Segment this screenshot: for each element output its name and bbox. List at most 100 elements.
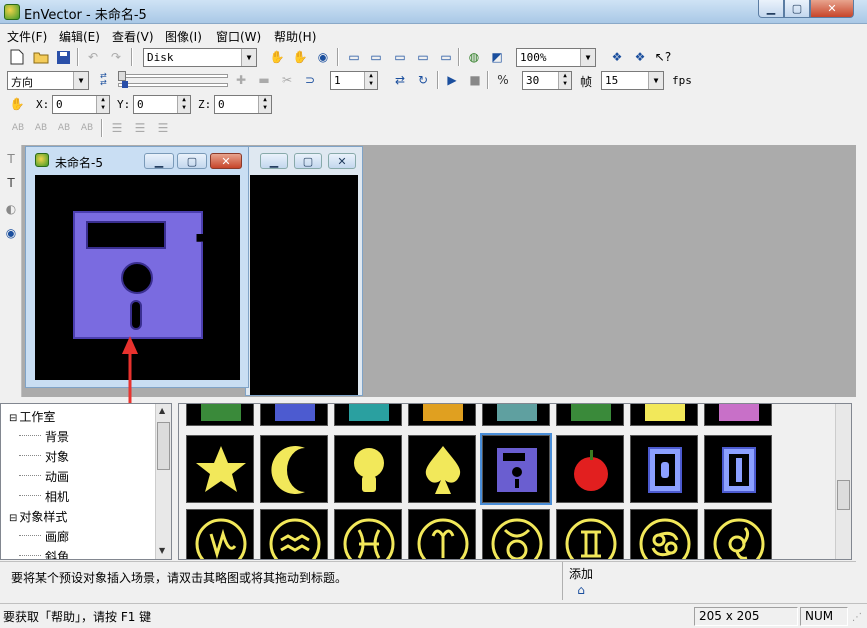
gallery-item-crescent-moon[interactable] [260,435,328,503]
globe-button[interactable]: ◍ [464,47,484,67]
tree-item[interactable]: ⊟ 工作室 [9,408,55,425]
export-button[interactable]: ❖ [630,47,650,67]
collapse-icon[interactable]: ⊟ [9,413,17,424]
maximize-button[interactable]: ▢ [784,0,810,18]
tree-item[interactable]: 画廊 [19,528,69,545]
swap-button[interactable]: ⇄ [390,70,410,90]
gallery-item-aquarius[interactable] [260,509,328,559]
tree-item[interactable]: 对象 [19,448,69,465]
gallery-scroll-thumb[interactable] [837,480,850,510]
gallery-item-pisces[interactable] [334,509,402,559]
text-lower-button[interactable]: AB [77,118,97,138]
timeline-slider-thumb[interactable] [118,71,126,81]
tree-item[interactable]: 斜角 [19,548,69,559]
align-right-button[interactable]: ☰ [153,118,173,138]
range-slider-thumb[interactable] [122,81,128,88]
timeline-slider[interactable] [118,74,228,78]
gallery-item[interactable] [556,404,624,426]
child-maximize-button[interactable]: ▢ [177,153,207,169]
gallery-item[interactable] [408,404,476,426]
chart-button[interactable]: ◩ [487,47,507,67]
fps-field[interactable]: 30 ▲ ▼ [522,71,572,90]
gallery-item-wrench-sign[interactable] [704,435,772,503]
gallery-scrollbar[interactable] [835,404,851,559]
new-button[interactable] [7,47,27,67]
view-back-button[interactable]: ▭ [366,47,386,67]
child-back-minimize-button[interactable]: ▁ [260,153,288,169]
menu-window[interactable]: 窗口(W) [216,28,261,45]
rotate-tool-button[interactable]: ✋ [290,47,310,67]
tree-item[interactable]: 相机 [19,488,69,505]
minimize-button[interactable]: ▁ [758,0,784,18]
scroll-up-icon[interactable]: ▲ [159,406,165,415]
add-button[interactable]: ⌂ [571,580,591,600]
scene-canvas[interactable] [35,175,240,380]
menu-file[interactable]: 文件(F) [7,28,47,45]
tree-item[interactable]: ⊟ 对象样式 [9,508,67,525]
tree-scroll-thumb[interactable] [157,422,170,470]
gallery-item-floppy-disk[interactable] [480,433,552,505]
collapse-icon[interactable]: ⊟ [9,513,17,524]
align-left-button[interactable]: ☰ [107,118,127,138]
view-top-button[interactable]: ▭ [413,47,433,67]
x-field[interactable]: 0 ▲ ▼ [52,95,110,114]
gallery-item-leo[interactable] [704,509,772,559]
frame-count-select[interactable]: 15 ▼ [601,71,664,90]
view-bottom-button[interactable]: ▭ [436,47,456,67]
menu-image[interactable]: 图像(I) [165,28,202,45]
menu-view[interactable]: 查看(V) [112,28,154,45]
gallery-item-capricorn[interactable] [186,509,254,559]
text-spacing-button[interactable]: AB [8,118,28,138]
z-field[interactable]: 0 ▲ ▼ [214,95,272,114]
save-button[interactable] [53,47,73,67]
gallery-item-light-bulb[interactable] [334,435,402,503]
gallery-item-gemini[interactable] [556,509,624,559]
gallery-item[interactable] [186,404,254,426]
text-tool-button[interactable]: T [1,149,21,169]
gallery-item-star[interactable] [186,435,254,503]
tree-scrollbar[interactable]: ▲ ▼ [155,404,171,559]
render-button[interactable]: ❖ [607,47,627,67]
object-tool-button[interactable]: ◉ [1,223,21,243]
loop-button[interactable]: ⊃ [300,70,320,90]
remove-key-button[interactable]: ▬ [254,70,274,90]
gallery-item-aries[interactable] [408,509,476,559]
open-button[interactable] [31,47,51,67]
view-front-button[interactable]: ▭ [344,47,364,67]
text-frame-tool-button[interactable]: T [1,173,21,193]
shape-tool-button[interactable]: ◐ [1,199,21,219]
frame-field[interactable]: 1 ▲ ▼ [330,71,378,90]
tree-item[interactable]: 动画 [19,468,69,485]
repeat-button[interactable]: ↻ [413,70,433,90]
gallery-item-phone-sign[interactable] [630,435,698,503]
font-select[interactable]: Disk ▼ [143,48,257,67]
gallery-item[interactable] [630,404,698,426]
move-object-button[interactable]: ✋ [7,94,27,114]
add-key-button[interactable]: ✚ [231,70,251,90]
resize-grip-icon[interactable]: ⋰ [852,612,864,626]
menu-edit[interactable]: 编辑(E) [59,28,100,45]
gallery-item-taurus[interactable] [482,509,550,559]
select-tool-button[interactable]: ◉ [313,47,333,67]
y-field[interactable]: 0 ▲ ▼ [133,95,191,114]
view-side-button[interactable]: ▭ [390,47,410,67]
child-back-canvas[interactable] [250,175,358,395]
child-minimize-button[interactable]: ▁ [144,153,174,169]
tree-item[interactable]: 背景 [19,428,69,445]
redo-button[interactable]: ↷ [106,47,126,67]
gallery-item[interactable] [704,404,772,426]
range-slider[interactable] [118,83,228,87]
close-button[interactable]: ✕ [810,0,854,18]
align-center-button[interactable]: ☰ [130,118,150,138]
child-close-button[interactable]: ✕ [210,153,242,169]
gallery-item[interactable] [482,404,550,426]
direction-select[interactable]: 方向 ▼ [7,71,89,90]
play-button[interactable]: ▶ [442,70,462,90]
menu-help[interactable]: 帮助(H) [274,28,316,45]
gallery-item-apple[interactable] [556,435,624,503]
gallery-item[interactable] [260,404,328,426]
gallery-item-spade[interactable] [408,435,476,503]
frame-rate-toggle[interactable]: % [493,70,513,90]
hand-tool-button[interactable]: ✋ [267,47,287,67]
child-back-maximize-button[interactable]: ▢ [294,153,322,169]
